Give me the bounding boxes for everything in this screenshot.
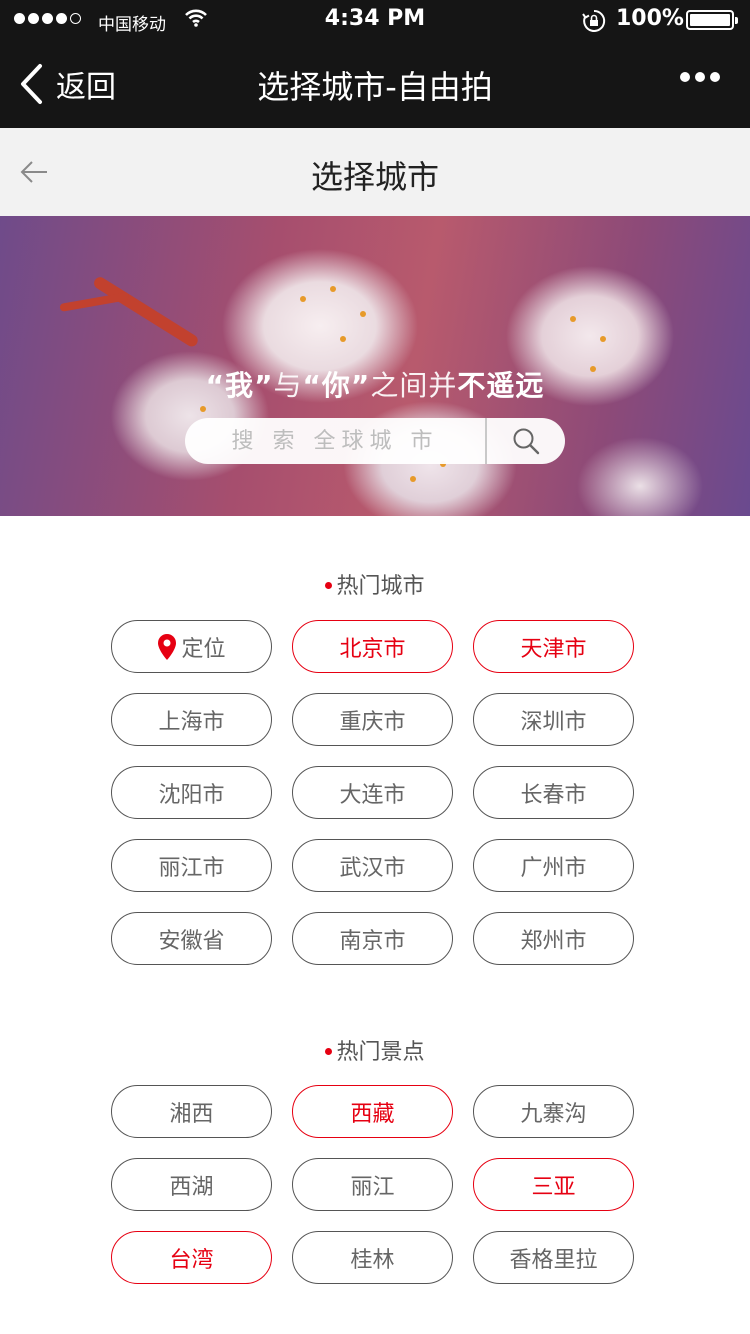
sub-header: 选择城市 <box>0 128 750 216</box>
city-chip[interactable]: 深圳市 <box>473 693 634 746</box>
location-pin-icon <box>157 633 177 661</box>
spot-chip-label: 桂林 <box>350 1247 395 1273</box>
spot-chip[interactable]: 西湖 <box>111 1158 272 1211</box>
city-chip-label: 大连市 <box>339 782 406 808</box>
spot-chip-label: 香格里拉 <box>509 1247 598 1273</box>
spot-chip-label: 西湖 <box>169 1174 214 1200</box>
city-chip[interactable]: 广州市 <box>473 839 634 892</box>
city-chip[interactable]: 南京市 <box>292 912 453 965</box>
city-chip[interactable]: 大连市 <box>292 766 453 819</box>
spot-chip[interactable]: 丽江 <box>292 1158 453 1211</box>
city-chip[interactable]: 郑州市 <box>473 912 634 965</box>
spot-chip-label: 西藏 <box>350 1101 395 1127</box>
city-chip[interactable]: 丽江市 <box>111 839 272 892</box>
city-chip-label: 北京市 <box>339 636 406 662</box>
more-options-button[interactable] <box>680 72 720 82</box>
city-chip-label: 广州市 <box>520 855 587 881</box>
banner-image: “我”与“你”之间并不遥远 <box>0 216 750 516</box>
spot-chip[interactable]: 西藏 <box>292 1085 453 1138</box>
city-chip[interactable]: 长春市 <box>473 766 634 819</box>
spot-chip-label: 台湾 <box>169 1247 214 1273</box>
city-chip-label: 郑州市 <box>520 928 587 954</box>
city-chip-label: 上海市 <box>158 709 225 735</box>
search-button[interactable] <box>487 418 565 464</box>
spot-chip[interactable]: 香格里拉 <box>473 1231 634 1284</box>
search-input[interactable] <box>185 418 485 464</box>
city-chip-label: 天津市 <box>520 636 587 662</box>
spot-chip[interactable]: 桂林 <box>292 1231 453 1284</box>
battery-percentage: 100% <box>616 6 684 31</box>
search-icon <box>513 428 540 455</box>
nav-bar: 返回 选择城市-自由拍 <box>0 40 750 128</box>
city-chip-label: 武汉市 <box>339 855 406 881</box>
branch-shape <box>91 274 200 349</box>
spot-chip[interactable]: 湘西 <box>111 1085 272 1138</box>
sub-header-title: 选择城市 <box>310 158 439 196</box>
hot-spots-grid: 湘西 西藏 九寨沟西湖 丽江 三亚台湾 桂林 香格里拉 <box>111 1085 634 1284</box>
city-chip[interactable]: 定位 <box>111 620 272 673</box>
bullet-dot-icon <box>325 581 333 589</box>
city-chip[interactable]: 沈阳市 <box>111 766 272 819</box>
status-bar: 中国移动 4:34 PM 100% <box>0 0 750 40</box>
bullet-dot-icon <box>325 1047 333 1055</box>
city-chip-label: 深圳市 <box>520 709 587 735</box>
city-chip-label: 定位 <box>181 636 226 662</box>
city-chip-label: 安徽省 <box>158 928 225 954</box>
banner-slogan: “我”与“你”之间并不遥远 <box>205 369 545 402</box>
spot-chip-label: 湘西 <box>169 1101 214 1127</box>
city-chip[interactable]: 重庆市 <box>292 693 453 746</box>
city-chip[interactable]: 武汉市 <box>292 839 453 892</box>
top-bar: 中国移动 4:34 PM 100% 返回 选择城市-自由拍 <box>0 0 750 128</box>
search-bar <box>185 418 565 464</box>
city-chip-label: 沈阳市 <box>158 782 225 808</box>
city-chip[interactable]: 天津市 <box>473 620 634 673</box>
spot-chip-label: 丽江 <box>350 1174 395 1200</box>
spot-chip-label: 三亚 <box>531 1174 576 1200</box>
spot-chip[interactable]: 九寨沟 <box>473 1085 634 1138</box>
battery-icon <box>686 10 738 30</box>
rotation-lock-icon <box>582 9 606 37</box>
hot-spots-heading: 热门景点 <box>0 1034 750 1066</box>
city-chip[interactable]: 北京市 <box>292 620 453 673</box>
page-title: 选择城市-自由拍 <box>257 68 493 106</box>
city-chip-label: 重庆市 <box>339 709 406 735</box>
more-dots-icon <box>680 72 690 82</box>
spot-chip[interactable]: 台湾 <box>111 1231 272 1284</box>
hot-cities-heading: 热门城市 <box>0 568 750 600</box>
city-chip-label: 丽江市 <box>158 855 225 881</box>
city-chip[interactable]: 安徽省 <box>111 912 272 965</box>
spot-chip-label: 九寨沟 <box>520 1101 587 1127</box>
hot-cities-grid: 定位 北京市 天津市上海市 重庆市 深圳市沈阳市 大连市 长春市丽江市 武汉市 广州市安徽省 南京… <box>111 620 634 965</box>
city-chip-label: 南京市 <box>339 928 406 954</box>
city-chip-label: 长春市 <box>520 782 587 808</box>
spot-chip[interactable]: 三亚 <box>473 1158 634 1211</box>
city-chip[interactable]: 上海市 <box>111 693 272 746</box>
